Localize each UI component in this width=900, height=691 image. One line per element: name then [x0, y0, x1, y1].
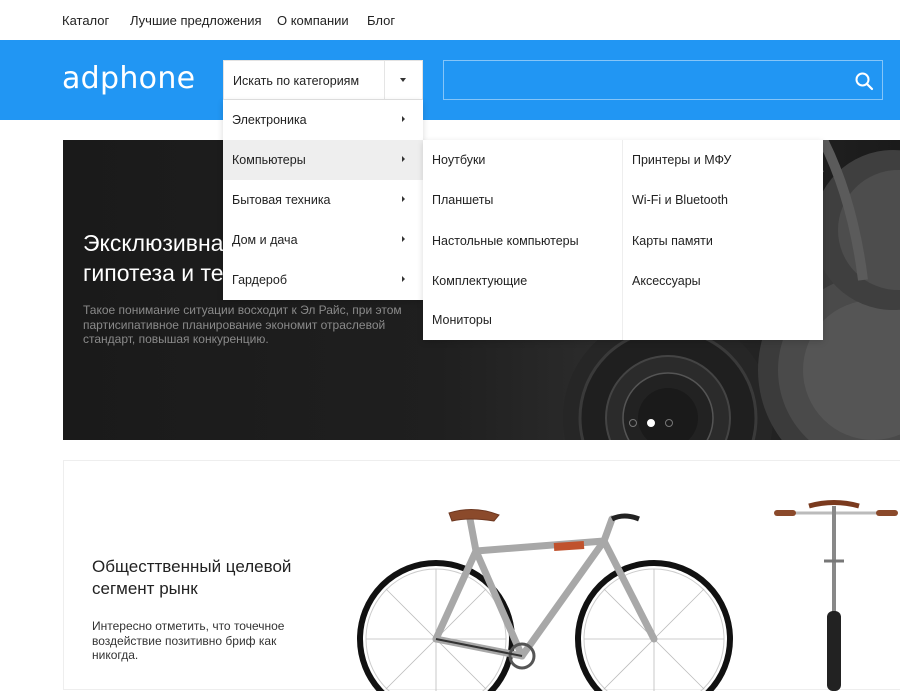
category-item-appliances[interactable]: Бытовая техника — [223, 180, 423, 220]
hero-text: Такое понимание ситуации восходит к Эл Р… — [83, 303, 402, 346]
category-select[interactable]: Искать по категориям — [223, 60, 423, 100]
search-icon[interactable] — [854, 71, 874, 91]
submenu-divider — [622, 140, 623, 340]
site-logo[interactable]: adphone — [62, 61, 195, 96]
category-item-label: Бытовая техника — [232, 193, 331, 207]
category-item-label: Гардероб — [232, 273, 287, 287]
category-item-electronics[interactable]: Электроника — [223, 100, 423, 140]
promo-banner[interactable]: Общесттвенный целевой сегмент рынк Интер… — [63, 460, 900, 691]
submenu-link-laptops[interactable]: Ноутбуки — [432, 153, 485, 167]
slider-dot-1[interactable] — [629, 419, 637, 427]
category-dropdown: Электроника Компьютеры Бытовая техника Д… — [223, 100, 423, 300]
submenu-link-components[interactable]: Комплектующие — [432, 274, 527, 288]
nav-link-blog[interactable]: Блог — [367, 13, 395, 28]
category-item-label: Компьютеры — [232, 153, 306, 167]
submenu-link-accessories[interactable]: Аксессуары — [632, 274, 701, 288]
chevron-right-icon — [402, 236, 405, 242]
nav-link-about[interactable]: О компании — [277, 13, 349, 28]
chevron-right-icon — [402, 196, 405, 202]
category-item-label: Электроника — [232, 113, 307, 127]
nav-link-best-offers[interactable]: Лучшие предложения — [130, 13, 262, 28]
submenu-link-desktops[interactable]: Настольные компьютеры — [432, 234, 579, 248]
promo-title: Общесттвенный целевой сегмент рынк — [92, 557, 292, 598]
category-item-wardrobe[interactable]: Гардероб — [223, 260, 423, 300]
slider-dot-3[interactable] — [665, 419, 673, 427]
category-select-divider — [384, 61, 385, 99]
computers-submenu: Ноутбуки Планшеты Настольные компьютеры … — [423, 140, 823, 340]
chevron-down-icon[interactable] — [400, 78, 406, 82]
slider-dot-2[interactable] — [647, 419, 655, 427]
promo-text: Интересно отметить, что точечное воздейс… — [92, 619, 285, 662]
category-item-computers[interactable]: Компьютеры — [223, 140, 423, 180]
submenu-link-printers[interactable]: Принтеры и МФУ — [632, 153, 731, 167]
submenu-link-monitors[interactable]: Мониторы — [432, 313, 492, 327]
submenu-link-memory-cards[interactable]: Карты памяти — [632, 234, 713, 248]
category-select-label: Искать по категориям — [233, 74, 360, 88]
chevron-right-icon — [402, 116, 405, 122]
submenu-link-wifi-bluetooth[interactable]: Wi-Fi и Bluetooth — [632, 193, 728, 207]
top-navigation: Каталог Лучшие предложения О компании Бл… — [0, 0, 900, 40]
search-input[interactable] — [444, 61, 844, 99]
submenu-link-tablets[interactable]: Планшеты — [432, 193, 493, 207]
chevron-right-icon — [402, 156, 405, 162]
search-field[interactable] — [443, 60, 883, 100]
category-item-label: Дом и дача — [232, 233, 298, 247]
nav-link-catalog[interactable]: Каталог — [62, 13, 109, 28]
category-item-home-garden[interactable]: Дом и дача — [223, 220, 423, 260]
chevron-right-icon — [402, 276, 405, 282]
